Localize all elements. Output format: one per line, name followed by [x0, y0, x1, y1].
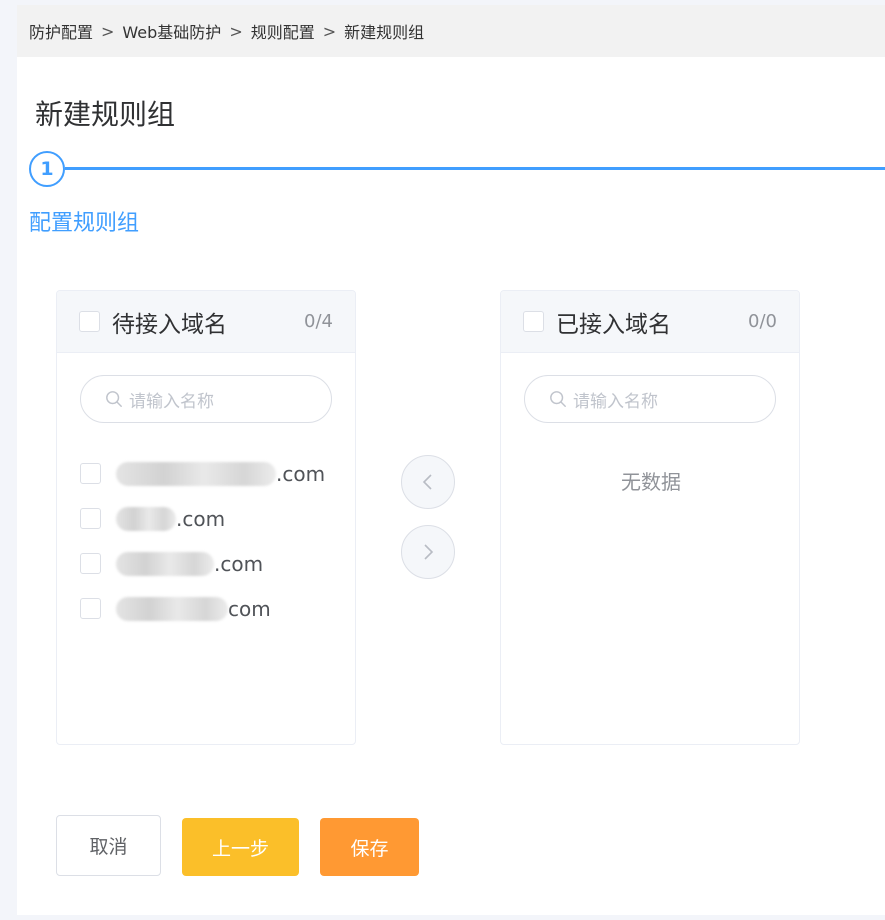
empty-state-text: 无数据 [621, 470, 681, 494]
list-item[interactable]: .com [80, 451, 325, 496]
chevron-left-icon [422, 474, 432, 490]
breadcrumb-separator: > [101, 21, 115, 41]
step-1-indicator: 1 [29, 151, 65, 187]
list-item[interactable]: .com [80, 541, 325, 586]
move-left-button[interactable] [401, 455, 455, 509]
transfer-panel-title: 待接入域名 [112, 311, 227, 338]
breadcrumb-item-current: 新建规则组 [344, 23, 425, 42]
breadcrumb-separator: > [229, 21, 243, 41]
move-right-button[interactable] [401, 525, 455, 579]
domain-suffix: .com [214, 551, 264, 576]
breadcrumb: 防护配置 > Web基础防护 > 规则配置 > 新建规则组 [17, 5, 885, 57]
search-placeholder: 请输入名称 [573, 391, 658, 412]
select-all-checkbox[interactable] [523, 311, 544, 332]
item-checkbox[interactable] [80, 598, 101, 619]
search-icon [106, 391, 122, 407]
search-input[interactable]: 请输入名称 [524, 375, 776, 423]
item-checkbox[interactable] [80, 553, 101, 574]
item-checkbox[interactable] [80, 508, 101, 529]
transfer-panel-pending: 待接入域名 0/4 请输入名称 .com .com .com com [56, 290, 356, 745]
selection-count: 0/4 [304, 311, 333, 332]
step-1-label: 配置规则组 [29, 211, 140, 236]
redacted-domain [116, 461, 276, 486]
selection-count: 0/0 [748, 311, 777, 332]
search-placeholder: 请输入名称 [129, 391, 214, 412]
main-panel: 防护配置 > Web基础防护 > 规则配置 > 新建规则组 新建规则组 1 配置… [17, 5, 885, 915]
breadcrumb-item-protection-config[interactable]: 防护配置 [29, 19, 93, 43]
search-icon [550, 391, 566, 407]
item-checkbox[interactable] [80, 463, 101, 484]
transfer-panel-header: 已接入域名 0/0 [501, 291, 799, 353]
list-item[interactable]: .com [80, 496, 325, 541]
domain-suffix: com [228, 596, 271, 621]
page-title: 新建规则组 [35, 98, 176, 131]
domain-suffix: .com [276, 461, 326, 486]
breadcrumb-item-rule-config[interactable]: 规则配置 [251, 19, 315, 43]
list-item[interactable]: com [80, 586, 325, 631]
breadcrumb-separator: > [322, 21, 337, 41]
redacted-domain [116, 551, 214, 576]
select-all-checkbox[interactable] [79, 311, 100, 332]
transfer-panel-header: 待接入域名 0/4 [57, 291, 355, 353]
domain-list: .com .com .com com [80, 451, 325, 631]
breadcrumb-item-web-protection[interactable]: Web基础防护 [122, 19, 221, 43]
previous-step-button[interactable]: 上一步 [182, 818, 299, 876]
domain-suffix: .com [176, 506, 226, 531]
transfer-panel-connected: 已接入域名 0/0 请输入名称 无数据 [500, 290, 800, 745]
step-progress-line [65, 167, 885, 170]
transfer-panel-title: 已接入域名 [556, 311, 671, 338]
save-button[interactable]: 保存 [320, 818, 419, 876]
redacted-domain [116, 596, 228, 621]
search-input[interactable]: 请输入名称 [80, 375, 332, 423]
cancel-button[interactable]: 取消 [56, 815, 161, 876]
redacted-domain [116, 506, 176, 531]
chevron-right-icon [424, 544, 434, 560]
